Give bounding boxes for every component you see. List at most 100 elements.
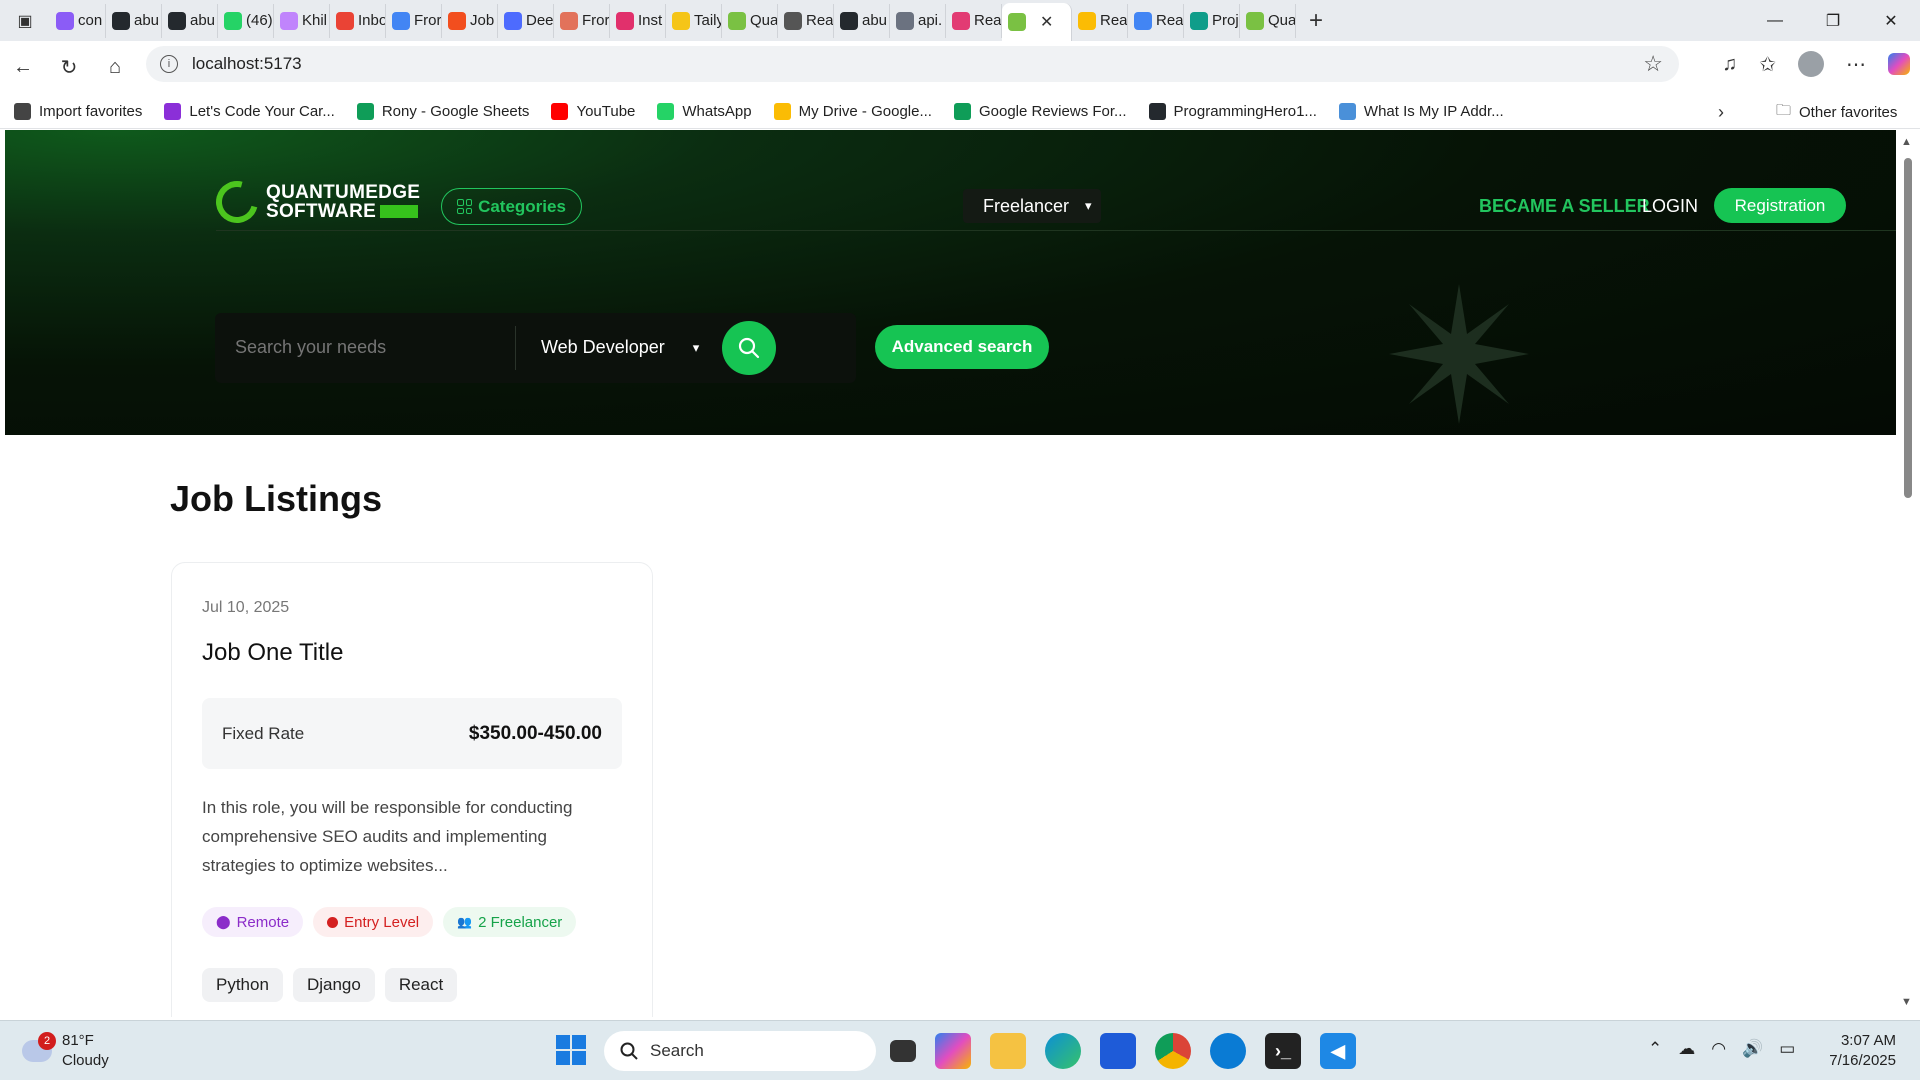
hero-banner: QUANTUMEDGE SOFTWARE Categories Freelanc… <box>5 130 1896 435</box>
search-button[interactable] <box>722 321 776 375</box>
tab-favicon-icon <box>616 11 634 30</box>
tab-favicon-icon <box>840 11 858 30</box>
favorites-icon[interactable]: ✩ <box>1759 52 1776 77</box>
favorite-star-icon[interactable]: ☆ <box>1643 51 1663 77</box>
copilot-icon[interactable] <box>935 1033 971 1069</box>
tab-favicon-icon <box>952 11 970 30</box>
url-field[interactable]: i localhost:5173 ☆ <box>146 46 1679 82</box>
volume-icon[interactable]: 🔊 <box>1742 1039 1763 1059</box>
copilot-icon[interactable] <box>1888 53 1910 75</box>
job-date: Jul 10, 2025 <box>202 599 290 616</box>
bookmark-item[interactable]: Rony - Google Sheets <box>356 102 529 120</box>
bookmark-item[interactable]: My Drive - Google... <box>773 102 932 120</box>
bookmarks-bar: Import favorites Let's Code Your Car... Ro… <box>0 94 1920 129</box>
bookmark-item[interactable]: WhatsApp <box>657 102 752 120</box>
bookmark-item[interactable]: Let's Code Your Car... <box>164 102 335 120</box>
other-favorites[interactable]: 🗀 Other favorites <box>1776 100 1897 125</box>
more-menu-icon[interactable]: ⋯ <box>1846 52 1866 77</box>
browser-tab[interactable]: Dee <box>498 3 554 38</box>
profile-avatar[interactable] <box>1798 51 1824 77</box>
starburst-decoration-icon <box>1389 284 1529 424</box>
close-tab-icon[interactable]: ✕ <box>1040 12 1053 32</box>
reload-button[interactable]: ↻ <box>46 55 92 80</box>
page-scrollbar[interactable]: ▲ ▼ <box>1896 130 1920 1017</box>
browser-tab[interactable]: Proj <box>1184 3 1240 38</box>
edge-dev-icon[interactable] <box>1210 1033 1246 1069</box>
browser-tab[interactable]: Qua <box>722 3 778 38</box>
browser-tab[interactable]: Qua <box>1240 3 1296 38</box>
chrome-icon[interactable] <box>1155 1033 1191 1069</box>
advanced-search-button[interactable]: Advanced search <box>875 325 1049 369</box>
browser-tab[interactable]: Rea <box>1072 3 1128 38</box>
tab-label: Qua <box>750 12 778 29</box>
registration-button[interactable]: Registration <box>1714 188 1846 223</box>
browser-tab[interactable]: abu <box>106 3 162 38</box>
clock[interactable]: 3:07 AM 7/16/2025 <box>1829 1031 1896 1071</box>
site-info-icon[interactable]: i <box>160 55 178 73</box>
browser-tab[interactable]: (46) <box>218 3 274 38</box>
browser-tab[interactable]: Taily <box>666 3 722 38</box>
terminal-icon[interactable]: ›_ <box>1265 1033 1301 1069</box>
vscode-icon[interactable]: ◀ <box>1320 1033 1356 1069</box>
tab-label: Qua <box>1268 12 1296 29</box>
store-icon[interactable] <box>1100 1033 1136 1069</box>
browser-tab[interactable]: Rea <box>778 3 834 38</box>
browser-tab[interactable]: con <box>50 3 106 38</box>
tab-label: Rea <box>1100 12 1128 29</box>
onedrive-icon[interactable]: ☁ <box>1678 1039 1695 1059</box>
windows-start-icon[interactable] <box>556 1035 586 1065</box>
battery-icon[interactable]: ▭ <box>1779 1039 1795 1059</box>
became-seller-link[interactable]: BECAME A SELLER <box>1479 196 1650 217</box>
chevron-right-icon[interactable]: › <box>1718 102 1724 123</box>
bookmark-item[interactable]: What Is My IP Addr... <box>1338 102 1504 120</box>
browser-tab[interactable]: Rea <box>1128 3 1184 38</box>
browser-tab[interactable]: Rea <box>946 3 1002 38</box>
minimize-button[interactable]: — <box>1746 0 1804 41</box>
bookmark-favicon-icon <box>551 102 569 120</box>
tab-active[interactable]: ✕ <box>1002 3 1072 41</box>
bookmark-item[interactable]: Google Reviews For... <box>953 102 1127 120</box>
browser-tab[interactable]: Inst <box>610 3 666 38</box>
bookmark-item[interactable]: YouTube <box>551 102 635 120</box>
site-logo[interactable]: QUANTUMEDGE SOFTWARE <box>208 173 420 231</box>
restore-button[interactable]: ❐ <box>1804 0 1862 41</box>
tab-favicon-icon <box>336 11 354 30</box>
browser-tab[interactable]: Job <box>442 3 498 38</box>
read-aloud-icon[interactable]: ♫ <box>1722 53 1737 76</box>
rate-label: Fixed Rate <box>222 723 305 743</box>
bookmark-item[interactable]: ProgrammingHero1... <box>1148 102 1317 120</box>
login-link[interactable]: LOGIN <box>1642 196 1698 217</box>
scroll-down-icon[interactable]: ▼ <box>1901 996 1912 1008</box>
back-button[interactable]: ← <box>0 56 46 79</box>
bookmark-item[interactable]: Import favorites <box>14 102 142 120</box>
role-select[interactable]: Web Developer ▾ <box>541 337 699 358</box>
taskbar-search[interactable]: Search <box>604 1031 876 1071</box>
freelancer-select[interactable]: Freelancer ▾ <box>963 189 1101 223</box>
tab-label: Fror <box>414 12 442 29</box>
browser-tab[interactable]: api. <box>890 3 946 38</box>
browser-tab[interactable]: Inbo <box>330 3 386 38</box>
tab-favicon-icon <box>392 11 410 30</box>
scroll-thumb[interactable] <box>1904 158 1912 498</box>
scroll-up-icon[interactable]: ▲ <box>1901 136 1912 148</box>
weather-widget[interactable]: 2 81°F Cloudy <box>22 1031 109 1071</box>
edge-icon[interactable] <box>1045 1033 1081 1069</box>
browser-tab[interactable]: Fror <box>554 3 610 38</box>
tab-actions-icon[interactable]: ▣ <box>0 0 50 41</box>
close-window-button[interactable]: ✕ <box>1862 0 1920 41</box>
wifi-icon[interactable]: ◠ <box>1711 1039 1726 1059</box>
browser-tab[interactable]: abu <box>162 3 218 38</box>
browser-tab[interactable]: abu <box>834 3 890 38</box>
job-title[interactable]: Job One Title <box>202 639 343 667</box>
search-input[interactable] <box>235 337 495 358</box>
new-tab-button[interactable]: + <box>1296 7 1336 35</box>
task-view-icon[interactable] <box>890 1040 916 1062</box>
browser-tab[interactable]: Fror <box>386 3 442 38</box>
categories-button[interactable]: Categories <box>441 188 582 225</box>
home-button[interactable]: ⌂ <box>92 56 138 79</box>
bookmark-favicon-icon <box>657 102 675 120</box>
job-card[interactable]: Jul 10, 2025 Job One Title Fixed Rate $3… <box>171 562 653 1017</box>
chevron-up-icon[interactable]: ⌃ <box>1648 1039 1662 1059</box>
file-explorer-icon[interactable] <box>990 1033 1026 1069</box>
browser-tab[interactable]: Khil <box>274 3 330 38</box>
